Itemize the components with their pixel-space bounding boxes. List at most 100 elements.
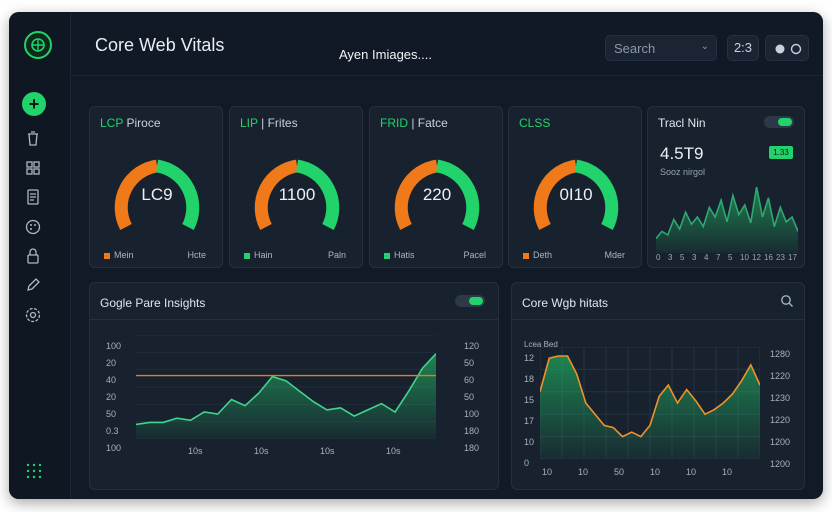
sidebar: + (9, 12, 71, 499)
legend-left: Hain (244, 250, 273, 260)
psi-card: Gogle Pare Insights 100 20 40 20 50 0.3 100 12… (89, 282, 499, 490)
x-tick-label: 10s (320, 446, 335, 456)
apps-icon[interactable] (25, 462, 43, 480)
y-tick-label: 18 (524, 374, 535, 384)
y-tick-label: 100 (106, 341, 122, 351)
x-tick-label: 17 (788, 253, 797, 262)
page-title: Ayen Imiages.... (339, 47, 432, 62)
trend-chart (656, 186, 798, 253)
cwv-y-axis-left: 12 18 15 17 10 0 (512, 283, 542, 491)
legend-right: Paln (327, 250, 346, 260)
y-tick-label: 1280 (770, 349, 791, 359)
trend-value: 4.5T9 (660, 144, 704, 163)
metric-value: 0I10 (559, 185, 593, 204)
edit-icon[interactable] (24, 276, 42, 294)
y-tick-label: 120 (464, 341, 480, 351)
grid-icon[interactable] (24, 159, 42, 177)
legend-right: Pacel (463, 250, 486, 260)
lock-icon[interactable] (24, 247, 42, 265)
legend-right: Mder (604, 250, 625, 260)
y-tick-label: 60 (464, 375, 475, 385)
y-tick-label: 50 (464, 392, 475, 402)
y-tick-label: 15 (524, 395, 535, 405)
cwv-chart (540, 347, 760, 459)
y-tick-label: 1220 (770, 371, 791, 381)
y-tick-label: 1220 (770, 415, 791, 425)
count-chip[interactable]: 2:3 (727, 35, 759, 61)
psi-x-axis: 10s 10s 10s 10s (136, 446, 436, 458)
cwv-x-axis: 10 10 50 10 10 10 (540, 467, 760, 479)
trend-title: Tracl Nin (658, 116, 706, 130)
user-controls[interactable] (765, 35, 809, 61)
y-tick-label: 12 (524, 353, 535, 363)
psi-area (136, 353, 436, 439)
metric-title: LCP Piroce (100, 116, 161, 130)
y-tick-label: 50 (106, 409, 117, 419)
trend-x-axis: 0 3 5 3 4 7 5 10 12 16 23 17 (656, 253, 798, 265)
metric-value: LC9 (141, 185, 173, 204)
legend-right: Hcte (187, 250, 206, 260)
trend-toggle[interactable] (764, 116, 794, 128)
metric-title: FRID | Fatce (380, 116, 448, 130)
y-tick-label: 1200 (770, 459, 791, 469)
chevron-down-icon: ⌄ (700, 41, 709, 52)
x-tick-label: 7 (716, 253, 721, 262)
cwv-card: Core Wgb hitats Lcea Bed 12 18 15 17 10 0 128… (511, 282, 805, 490)
x-tick-label: 10 (740, 253, 749, 262)
psi-chart (136, 335, 436, 439)
cwv-y-axis-right: 1280 1220 1230 1220 1200 1200 (760, 283, 806, 491)
y-tick-label: 1230 (770, 393, 791, 403)
metric-value: 220 (422, 185, 452, 204)
search-placeholder: Search (614, 41, 656, 56)
y-tick-label: 20 (106, 358, 117, 368)
x-tick-label: 50 (614, 467, 625, 477)
x-tick-label: 10 (542, 467, 553, 477)
document-icon[interactable] (24, 188, 42, 206)
x-tick-label: 5 (728, 253, 733, 262)
x-tick-label: 10s (254, 446, 269, 456)
x-tick-label: 10s (188, 446, 203, 456)
dashboard-window: + Core Web Vitals Ayen Imiages.... Searc… (9, 12, 823, 499)
y-tick-label: 10 (524, 437, 535, 447)
search-input[interactable]: Search ⌄ (605, 35, 717, 61)
x-tick-label: 3 (692, 253, 697, 262)
x-tick-label: 4 (704, 253, 709, 262)
y-tick-label: 50 (464, 358, 475, 368)
y-tick-label: 0.3 (106, 426, 119, 436)
x-tick-label: 10s (386, 446, 401, 456)
palette-icon[interactable] (24, 218, 42, 236)
metric-value: 1100 (278, 185, 316, 204)
logo-icon[interactable] (24, 31, 52, 59)
x-tick-label: 10 (578, 467, 589, 477)
app-title: Core Web Vitals (95, 35, 225, 55)
y-tick-label: 180 (464, 426, 480, 436)
legend-left: Hatis (384, 250, 415, 260)
x-tick-label: 5 (680, 253, 685, 262)
metric-card-clss: CLSS 0I10 Deth Mder (508, 106, 642, 268)
legend-left: Deth (523, 250, 552, 260)
metric-card-frid: FRID | Fatce 220 Hatis Pacel (369, 106, 503, 268)
x-tick-label: 16 (764, 253, 773, 262)
add-button[interactable]: + (22, 92, 46, 116)
x-tick-label: 12 (752, 253, 761, 262)
trash-icon[interactable] (24, 129, 42, 147)
settings-icon[interactable] (24, 306, 42, 324)
x-tick-label: 3 (668, 253, 673, 262)
x-tick-label: 23 (776, 253, 785, 262)
metric-card-lip: LIP | Frites 1100 Hain Paln (229, 106, 363, 268)
y-tick-label: 100 (106, 443, 122, 453)
y-tick-label: 20 (106, 392, 117, 402)
y-tick-label: 40 (106, 375, 117, 385)
trend-card: Tracl Nin 4.5T9 Sooz nirgol 1.33 0353475… (647, 106, 805, 268)
top-bar: Core Web Vitals Ayen Imiages.... Search … (71, 12, 823, 76)
x-tick-label: 0 (656, 253, 661, 262)
metric-title: LIP | Frites (240, 116, 298, 130)
psi-y-axis-right: 120 50 60 50 100 180 180 (446, 283, 492, 491)
y-tick-label: 180 (464, 443, 480, 453)
x-tick-label: 10 (686, 467, 697, 477)
y-tick-label: 0 (524, 458, 530, 468)
trend-sublabel: Sooz nirgol (660, 167, 706, 177)
metric-card-lcp: LCP Piroce LC9 Mein Hcte (89, 106, 223, 268)
y-tick-label: 17 (524, 416, 535, 426)
metric-title: CLSS (519, 116, 551, 130)
